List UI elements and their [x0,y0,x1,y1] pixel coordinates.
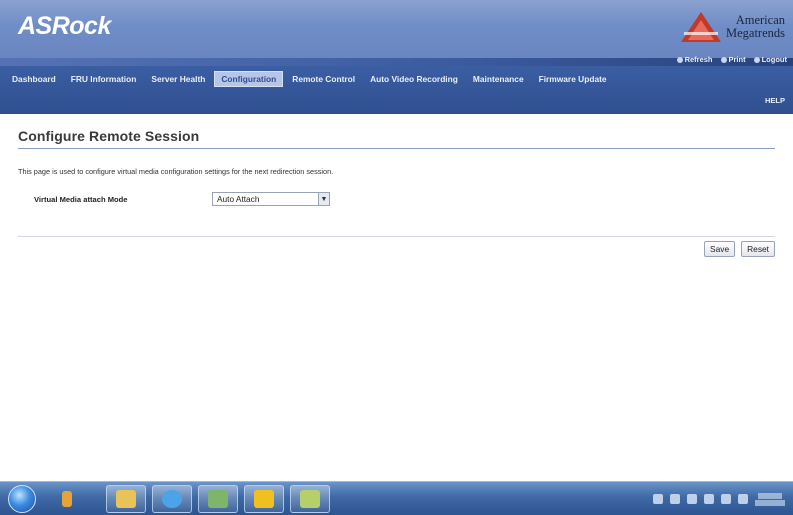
ami-triangle-icon [680,12,721,42]
vendor-logo: American Megatrends [680,10,785,44]
tray-network-icon[interactable] [687,494,697,504]
vendor-name: American Megatrends [726,14,785,40]
logout-link[interactable]: Logout [753,55,787,64]
main-navbar: Dashboard FRU Information Server Health … [0,66,793,114]
main-content: Configure Remote Session This page is us… [18,128,775,257]
media-player-icon[interactable] [54,485,80,513]
page-description: This page is used to configure virtual m… [18,167,334,176]
tray-flag-icon[interactable] [738,494,748,504]
paint-app-taskbar-icon[interactable] [290,485,330,513]
tab-auto-video-recording[interactable]: Auto Video Recording [364,72,464,86]
utility-links: Refresh Print Logout [676,55,787,64]
tray-volume-icon[interactable] [704,494,714,504]
chevron-down-icon[interactable]: ▼ [318,193,329,205]
header-banner: ASRock American Megatrends [0,0,793,58]
system-tray [568,482,793,515]
title-divider [18,148,775,149]
attach-mode-value: Auto Attach [217,194,260,204]
tab-configuration[interactable]: Configuration [214,71,284,87]
refresh-link[interactable]: Refresh [676,55,713,64]
logo-text: ASRock [18,11,111,40]
browser-taskbar-icon[interactable] [152,485,192,513]
reset-button[interactable]: Reset [741,241,775,257]
nav-tabs: Dashboard FRU Information Server Health … [6,71,616,87]
print-icon [720,56,727,63]
tab-dashboard[interactable]: Dashboard [6,72,62,86]
form-divider [18,236,775,237]
save-button[interactable]: Save [704,241,736,257]
print-link[interactable]: Print [720,55,746,64]
tray-app-icon[interactable] [670,494,680,504]
tab-remote-control[interactable]: Remote Control [286,72,361,86]
refresh-icon [676,56,683,63]
vendor-line-2: Megatrends [725,26,785,40]
tray-power-icon[interactable] [721,494,731,504]
java-app-taskbar-icon[interactable] [244,485,284,513]
start-button[interactable] [8,485,36,513]
form-actions: Save Reset [704,241,775,257]
tab-server-health[interactable]: Server Health [145,72,211,86]
utility-strip [0,58,793,66]
explorer-taskbar-icon[interactable] [106,485,146,513]
tab-fru-information[interactable]: FRU Information [65,72,143,86]
tray-arrow-icon[interactable] [653,494,663,504]
taskbar-clock[interactable] [755,492,785,507]
asrock-logo: ASRock [18,8,111,44]
attach-mode-select[interactable]: Auto Attach ▼ [212,192,330,206]
tab-firmware-update[interactable]: Firmware Update [533,72,613,86]
tab-maintenance[interactable]: Maintenance [467,72,530,86]
help-link[interactable]: HELP [765,96,785,105]
page-title: Configure Remote Session [18,128,200,144]
network-app-taskbar-icon[interactable] [198,485,238,513]
bmc-web-page: ASRock American Megatrends Refresh Print… [0,0,793,515]
windows-taskbar [0,481,793,515]
logout-icon [753,56,760,63]
attach-mode-row: Virtual Media attach Mode Auto Attach ▼ [34,192,330,206]
attach-mode-label: Virtual Media attach Mode [34,194,128,204]
